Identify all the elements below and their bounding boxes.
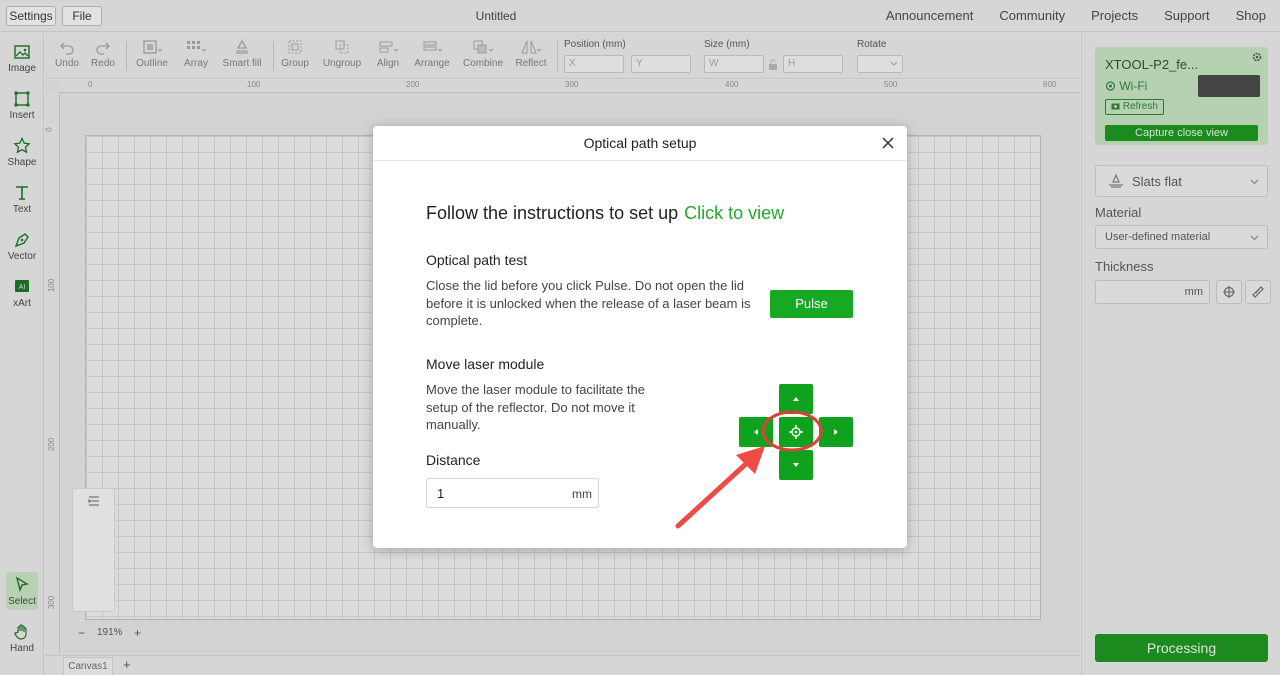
- move-module-heading: Move laser module: [426, 356, 545, 372]
- click-to-view-link[interactable]: Click to view: [684, 203, 784, 223]
- arrow-left-icon: [754, 429, 758, 435]
- distance-value: 1: [437, 486, 445, 501]
- optical-test-heading: Optical path test: [426, 252, 528, 268]
- optical-path-dialog: Optical path setup Follow the instructio…: [373, 126, 907, 548]
- distance-label: Distance: [426, 452, 481, 468]
- pulse-button[interactable]: Pulse: [770, 290, 853, 318]
- dialog-header: Optical path setup: [373, 126, 907, 161]
- optical-test-description: Close the lid before you click Pulse. Do…: [426, 278, 751, 328]
- crosshair-home-icon: [789, 425, 803, 439]
- dialog-title: Optical path setup: [583, 135, 697, 151]
- move-left-button[interactable]: [739, 417, 773, 447]
- move-down-button[interactable]: [779, 450, 813, 480]
- move-up-button[interactable]: [779, 384, 813, 414]
- arrow-down-icon: [793, 463, 799, 467]
- instructions-line: Follow the instructions to set up Click t…: [426, 203, 784, 224]
- arrow-up-icon: [793, 397, 799, 401]
- move-module-description: Move the laser module to facilitate the …: [426, 382, 645, 432]
- arrow-right-icon: [834, 429, 838, 435]
- distance-input[interactable]: 1 mm: [426, 478, 599, 508]
- move-right-button[interactable]: [819, 417, 853, 447]
- instructions-text: Follow the instructions to set up: [426, 203, 679, 223]
- distance-unit: mm: [572, 487, 592, 501]
- close-icon[interactable]: [879, 134, 897, 152]
- home-center-button[interactable]: [779, 417, 813, 447]
